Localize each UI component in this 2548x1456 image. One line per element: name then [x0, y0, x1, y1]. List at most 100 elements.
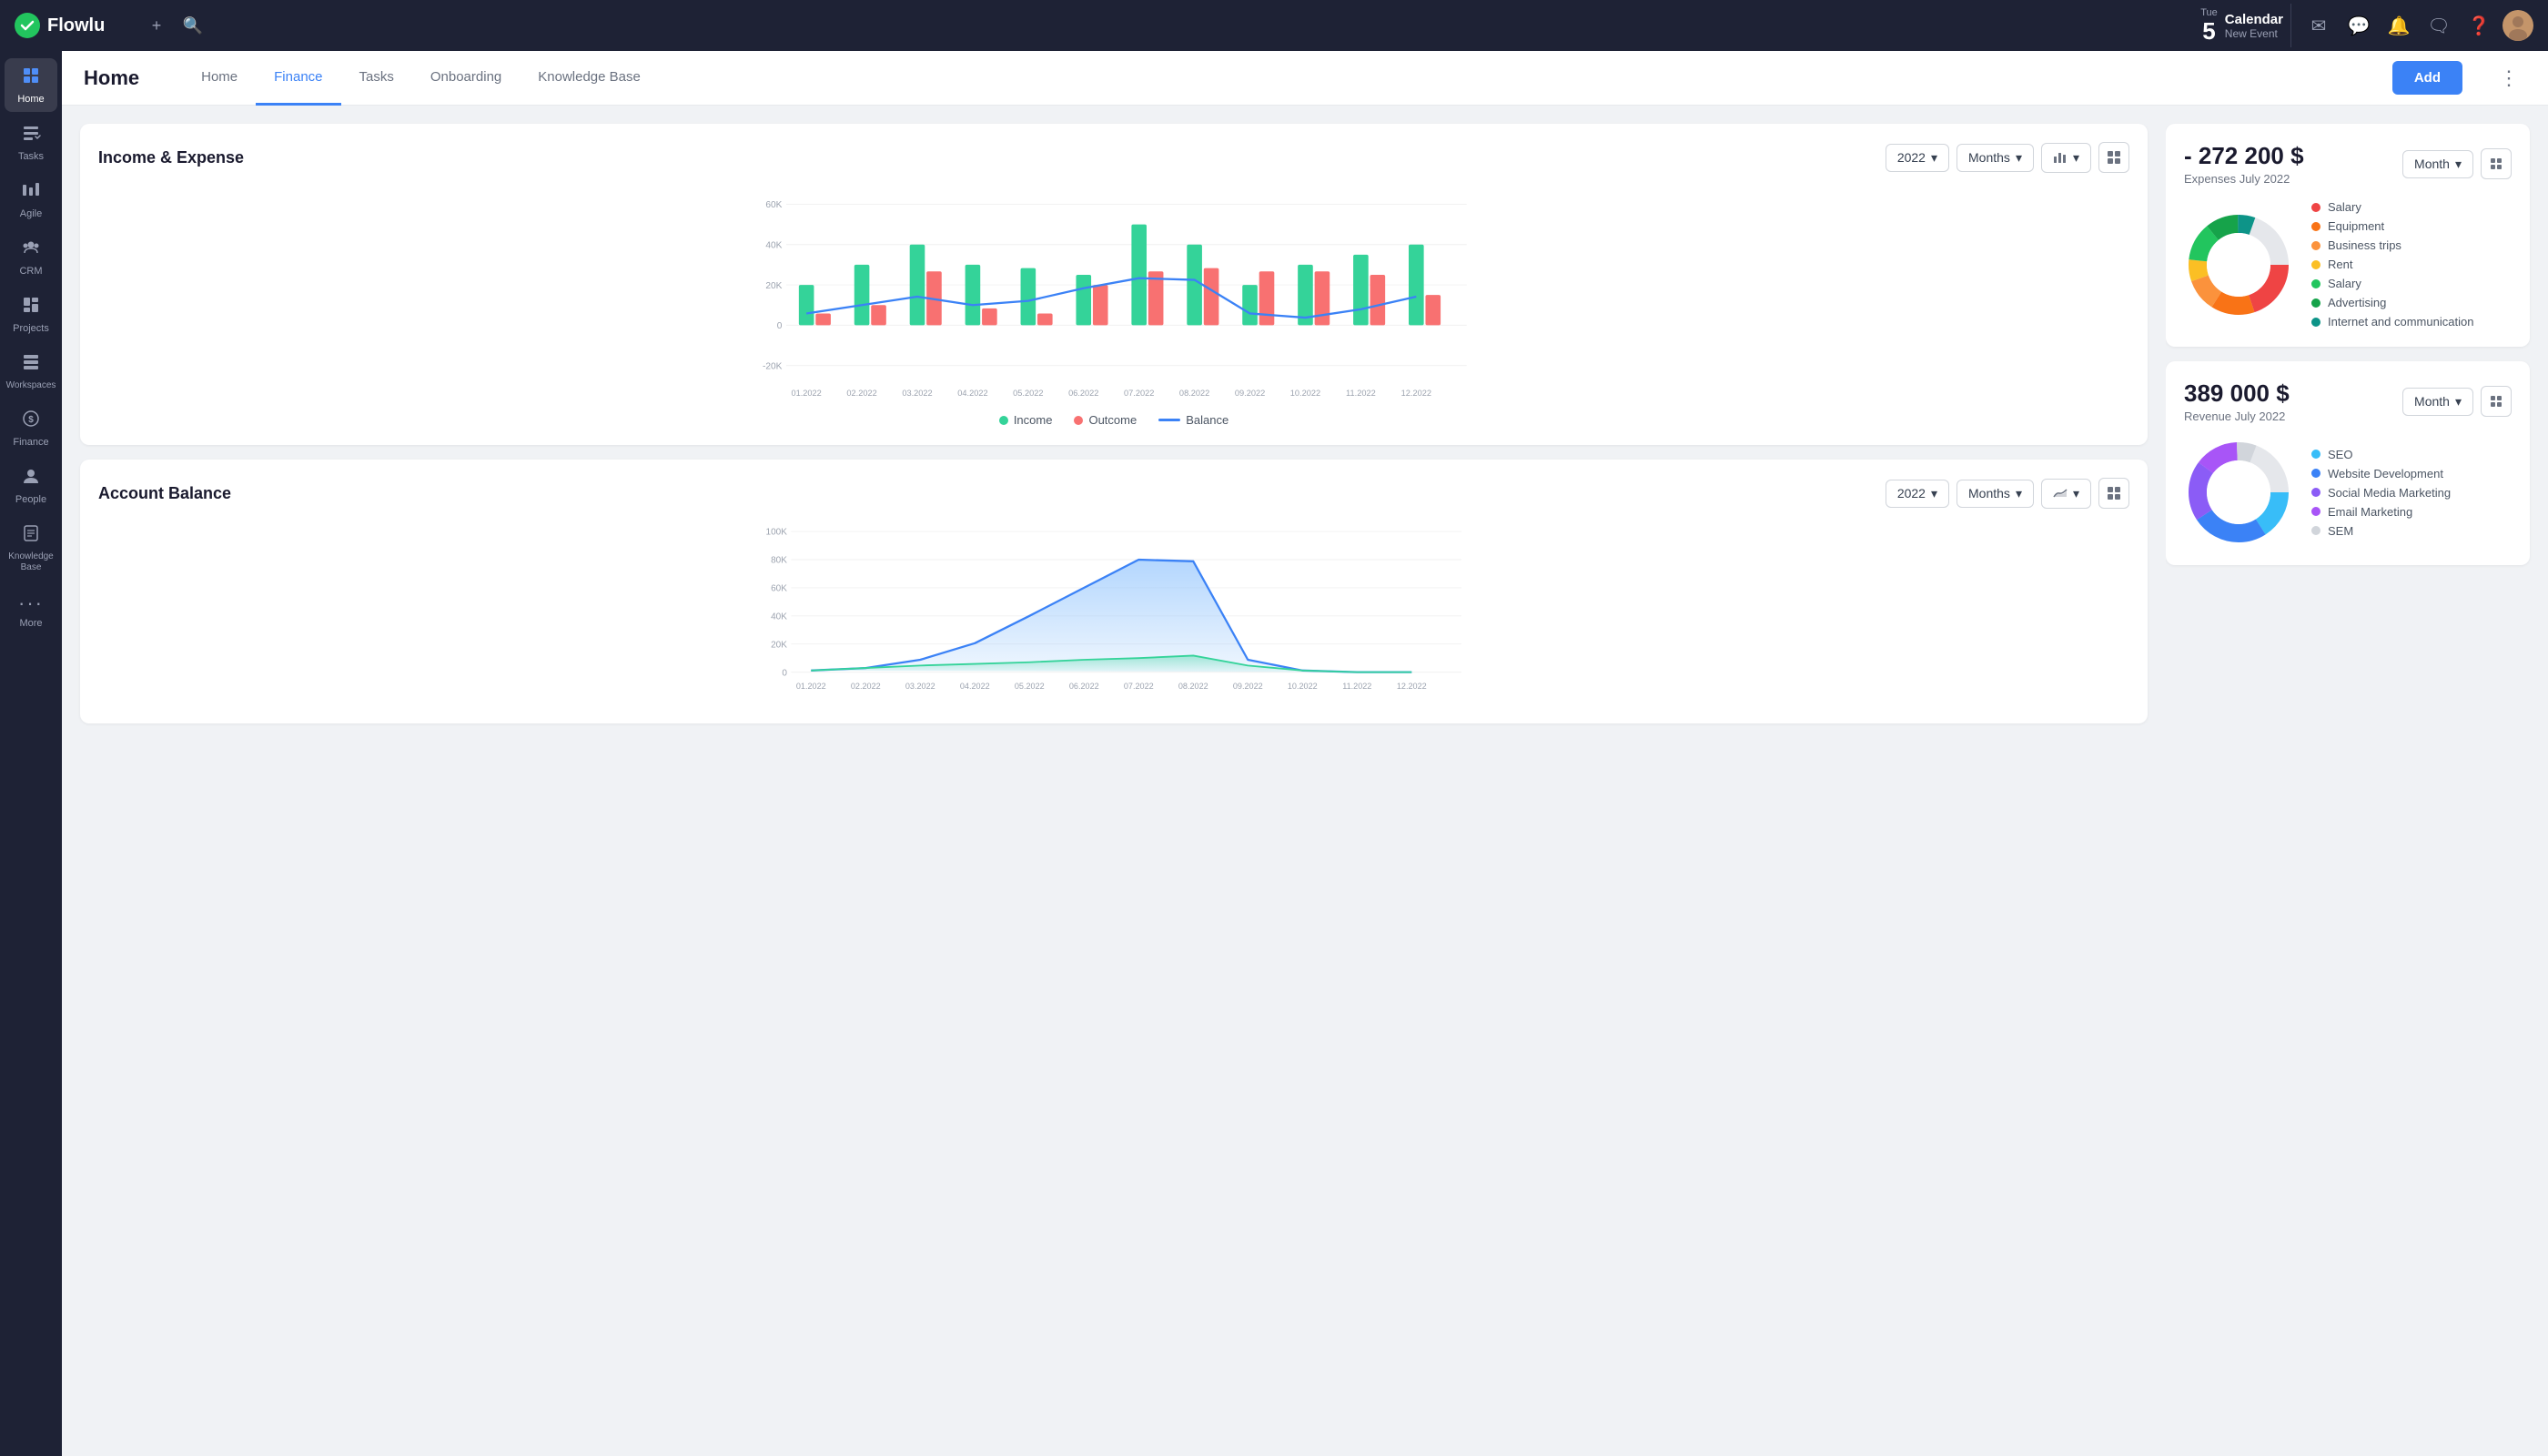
sidebar-item-workspaces[interactable]: Workspaces	[5, 345, 57, 398]
sidebar-workspaces-label: Workspaces	[6, 380, 56, 390]
page-title: Home	[84, 66, 139, 90]
tab-onboarding[interactable]: Onboarding	[412, 51, 520, 106]
revenue-donut	[2184, 438, 2293, 547]
grid-button[interactable]	[2098, 142, 2129, 173]
chevron-down-icon: ▾	[2455, 394, 2462, 410]
svg-text:20K: 20K	[765, 281, 782, 291]
revenue-legend: SEO Website Development Social Media Mar…	[2311, 448, 2451, 538]
expenses-value: - 272 200 $	[2184, 142, 2304, 170]
income-expense-header: Income & Expense 2022 ▾ Months ▾	[98, 142, 2129, 173]
svg-text:$: $	[28, 415, 34, 425]
tab-home[interactable]: Home	[183, 51, 256, 106]
sidebar-item-crm[interactable]: CRM	[5, 230, 57, 284]
svg-text:02.2022: 02.2022	[846, 389, 876, 398]
expenses-period-dropdown[interactable]: Month ▾	[2402, 150, 2473, 178]
agile-icon	[21, 180, 41, 206]
legend-seo: SEO	[2311, 448, 2451, 461]
chevron-down-icon: ▾	[1931, 486, 1937, 501]
sidebar-item-knowledge[interactable]: Knowledge Base	[5, 516, 57, 581]
sidebar-item-home[interactable]: Home	[5, 58, 57, 112]
logo: Flowlu	[15, 13, 124, 38]
sidebar-item-tasks[interactable]: Tasks	[5, 116, 57, 169]
svg-text:100K: 100K	[766, 528, 788, 538]
expenses-legend: Salary Equipment Business trips	[2311, 200, 2473, 329]
sidebar-item-finance[interactable]: $ Finance	[5, 401, 57, 455]
calendar-button[interactable]: Tue 5 Calendar New Event	[2193, 4, 2291, 48]
account-balance-chart: 100K 80K 60K 40K 20K 0	[98, 523, 2129, 705]
revenue-donut-section: SEO Website Development Social Media Mar…	[2184, 438, 2512, 547]
svg-text:09.2022: 09.2022	[1235, 389, 1265, 398]
year-dropdown[interactable]: 2022 ▾	[1886, 144, 1949, 172]
sidebar-home-label: Home	[17, 94, 44, 105]
topnav: Flowlu + 🔍 Tue 5 Calendar New Event ✉ 💬	[0, 0, 2548, 51]
ab-year-dropdown[interactable]: 2022 ▾	[1886, 480, 1949, 508]
svg-text:01.2022: 01.2022	[796, 682, 826, 691]
bell-icon: 🔔	[2388, 15, 2411, 37]
svg-text:10.2022: 10.2022	[1290, 389, 1320, 398]
svg-text:02.2022: 02.2022	[851, 682, 881, 691]
legend-business-trips: Business trips	[2311, 238, 2473, 252]
revenue-card-info: 389 000 $ Revenue July 2022	[2184, 379, 2290, 423]
chevron-down-icon: ▾	[2016, 486, 2022, 501]
help-button[interactable]: ❓	[2462, 9, 2495, 42]
sidebar-agile-label: Agile	[20, 208, 42, 219]
expenses-donut-section: Salary Equipment Business trips	[2184, 200, 2512, 329]
projects-icon	[21, 295, 41, 320]
legend-equipment: Equipment	[2311, 219, 2473, 233]
svg-text:12.2022: 12.2022	[1401, 389, 1431, 398]
svg-text:01.2022: 01.2022	[791, 389, 821, 398]
calendar-date: Tue 5	[2200, 7, 2218, 45]
sidebar-item-people[interactable]: People	[5, 459, 57, 512]
expenses-grid-button[interactable]	[2481, 148, 2512, 179]
chat-button[interactable]: 💬	[2342, 9, 2375, 42]
expenses-donut	[2184, 210, 2293, 319]
add-button[interactable]: +	[142, 11, 171, 40]
chart-type-dropdown[interactable]: ▾	[2041, 143, 2091, 173]
add-button[interactable]: Add	[2392, 61, 2462, 95]
svg-text:11.2022: 11.2022	[1342, 682, 1371, 691]
revenue-grid-button[interactable]	[2481, 386, 2512, 417]
chevron-down-icon: ▾	[2073, 486, 2079, 501]
expenses-controls: Month ▾	[2402, 148, 2512, 179]
account-balance-card: Account Balance 2022 ▾ Months ▾	[80, 460, 2148, 723]
chevron-down-icon: ▾	[2455, 157, 2462, 172]
sidebar-item-agile[interactable]: Agile	[5, 173, 57, 227]
sidebar-more-label: More	[19, 618, 42, 629]
avatar[interactable]	[2502, 10, 2533, 41]
side-column: - 272 200 $ Expenses July 2022 Month ▾	[2166, 106, 2548, 1456]
svg-text:07.2022: 07.2022	[1124, 389, 1154, 398]
tab-finance[interactable]: Finance	[256, 51, 340, 106]
account-balance-header: Account Balance 2022 ▾ Months ▾	[98, 478, 2129, 509]
comment-button[interactable]: 🗨	[2422, 9, 2455, 42]
ab-period-dropdown[interactable]: Months ▾	[1956, 480, 2034, 508]
revenue-period-dropdown[interactable]: Month ▾	[2402, 388, 2473, 416]
legend-social-media: Social Media Marketing	[2311, 486, 2451, 500]
svg-text:12.2022: 12.2022	[1397, 682, 1427, 691]
tab-knowledge-base[interactable]: Knowledge Base	[520, 51, 659, 106]
more-options-button[interactable]: ⋮	[2492, 63, 2526, 94]
svg-text:0: 0	[782, 668, 787, 678]
search-icon: 🔍	[183, 16, 203, 35]
income-expense-title: Income & Expense	[98, 148, 244, 167]
sidebar: Home Tasks Agile CRM Projects	[0, 51, 62, 1456]
sidebar-finance-label: Finance	[13, 437, 48, 448]
tasks-icon	[21, 123, 41, 148]
sidebar-crm-label: CRM	[19, 266, 42, 277]
bell-button[interactable]: 🔔	[2382, 9, 2415, 42]
crm-icon	[21, 238, 41, 263]
comment-icon: 🗨	[2427, 15, 2450, 37]
search-button[interactable]: 🔍	[178, 11, 207, 40]
chevron-down-icon: ▾	[2073, 150, 2079, 166]
tab-tasks[interactable]: Tasks	[341, 51, 412, 106]
expenses-card-info: - 272 200 $ Expenses July 2022	[2184, 142, 2304, 186]
svg-text:0: 0	[777, 321, 783, 331]
knowledge-icon	[21, 523, 41, 549]
topnav-actions: + 🔍	[142, 11, 207, 40]
mail-button[interactable]: ✉	[2302, 9, 2335, 42]
period-dropdown[interactable]: Months ▾	[1956, 144, 2034, 172]
page-header: Home Home Finance Tasks Onboarding Knowl…	[62, 51, 2548, 106]
sidebar-item-more[interactable]: ··· More	[5, 584, 57, 636]
ab-grid-button[interactable]	[2098, 478, 2129, 509]
ab-chart-type-dropdown[interactable]: ▾	[2041, 479, 2091, 509]
sidebar-item-projects[interactable]: Projects	[5, 288, 57, 341]
